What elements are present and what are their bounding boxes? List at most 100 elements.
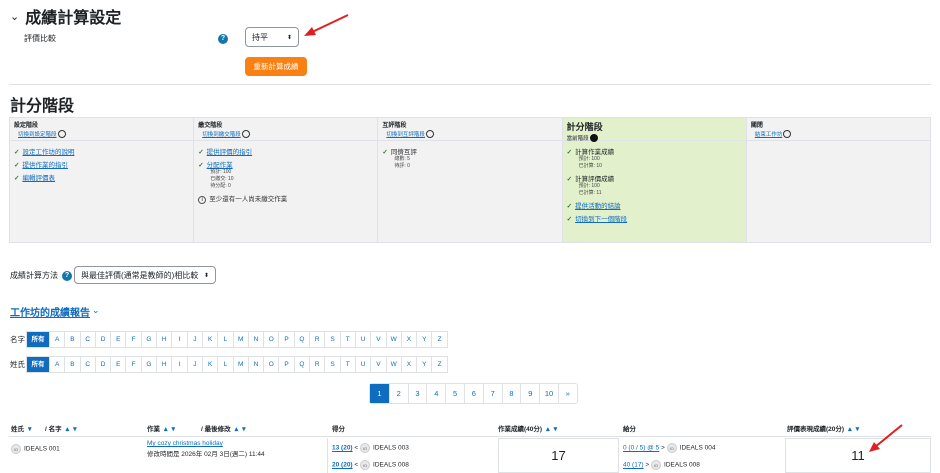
page-1[interactable]: 1 (370, 384, 389, 403)
page-8[interactable]: 8 (501, 384, 521, 403)
lastname-initial-p[interactable]: P (278, 357, 293, 372)
lastname-initial-o[interactable]: O (263, 357, 278, 372)
lastname-initial-b[interactable]: B (64, 357, 79, 372)
chevron-down-icon[interactable]: ⌄ (92, 305, 100, 316)
submission-link[interactable]: My cozy christmas holiday (147, 440, 223, 447)
page-4[interactable]: 4 (426, 384, 445, 403)
col-lastname[interactable]: 姓氏 (11, 426, 24, 433)
lastname-initial-f[interactable]: F (125, 357, 140, 372)
firstname-initial-b[interactable]: B (64, 332, 79, 347)
lastname-initial-h[interactable]: H (156, 357, 171, 372)
given-score[interactable]: 40 (17) (623, 462, 644, 469)
firstname-initial-h[interactable]: H (156, 332, 171, 347)
sort-asc-icon[interactable]: ▴ (848, 426, 852, 433)
lastname-initial-m[interactable]: M (232, 357, 248, 372)
page-9[interactable]: 9 (520, 384, 539, 403)
chevron-down-icon[interactable]: ⌄ (10, 10, 19, 23)
firstname-initial-i[interactable]: I (171, 332, 186, 347)
page-5[interactable]: 5 (445, 384, 464, 403)
lastname-initial-a[interactable]: A (49, 357, 64, 372)
lastname-initial-d[interactable]: D (94, 357, 110, 372)
recalculate-button[interactable]: 重新計算成績 (245, 57, 307, 76)
lastname-initial-k[interactable]: K (201, 357, 217, 372)
firstname-initial-u[interactable]: U (354, 332, 370, 347)
report-title[interactable]: 工作坊的成績報告 (10, 304, 90, 319)
page-next[interactable]: » (557, 384, 577, 403)
lastname-initial-e[interactable]: E (110, 357, 125, 372)
firstname-initial-x[interactable]: X (400, 332, 416, 347)
firstname-initial-j[interactable]: J (186, 332, 202, 347)
page-2[interactable]: 2 (388, 384, 408, 403)
phase-switch-icon[interactable] (241, 129, 250, 138)
lastname-initial-t[interactable]: T (339, 357, 355, 372)
firstname-initial-n[interactable]: N (247, 332, 263, 347)
col-grading-grade[interactable]: 評價表現成績(20分) (787, 426, 844, 433)
lastname-initial-l[interactable]: L (217, 357, 232, 372)
firstname-initial-l[interactable]: L (217, 332, 232, 347)
lastname-initial-c[interactable]: C (79, 357, 95, 372)
lastname-initial-g[interactable]: G (140, 357, 156, 372)
lastname-initial-r[interactable]: R (309, 357, 324, 372)
help-icon[interactable]: ? (62, 271, 72, 281)
lastname-initial-z[interactable]: Z (431, 357, 446, 372)
lastname-initial-u[interactable]: U (354, 357, 370, 372)
phase-switch-icon[interactable] (783, 129, 792, 138)
sort-asc-icon[interactable]: ▴ (546, 426, 550, 433)
firstname-initial-k[interactable]: K (201, 332, 217, 347)
switch-phase-link[interactable]: 切換到設定階段 (18, 132, 57, 138)
lastname-initial-i[interactable]: I (171, 357, 186, 372)
page-7[interactable]: 7 (482, 384, 502, 403)
firstname-initial-f[interactable]: F (125, 332, 140, 347)
sort-desc-icon[interactable]: ▾ (242, 426, 246, 433)
col-firstname[interactable]: / 名字 (45, 426, 62, 433)
comparison-select[interactable]: 持平 ⬍ (245, 27, 299, 47)
lastname-initial-n[interactable]: N (247, 357, 263, 372)
firstname-initial-t[interactable]: T (339, 332, 355, 347)
sort-desc-icon[interactable]: ▾ (73, 426, 77, 433)
sort-desc-icon[interactable]: ▾ (554, 426, 558, 433)
switch-phase-link[interactable]: 結束工作坊 (755, 132, 783, 138)
sort-asc-icon[interactable]: ▴ (235, 426, 239, 433)
firstname-initial-z[interactable]: Z (431, 332, 446, 347)
page-6[interactable]: 6 (463, 384, 483, 403)
sort-desc-icon[interactable]: ▾ (28, 426, 32, 433)
help-icon[interactable]: ? (218, 34, 228, 44)
switch-phase-link[interactable]: 切換到繳交階段 (202, 132, 241, 138)
grading-settings-header[interactable]: ⌄ 成績計算設定 (10, 4, 121, 28)
lastname-initial-v[interactable]: V (370, 357, 385, 372)
lastname-initial-s[interactable]: S (324, 357, 339, 372)
firstname-initial-c[interactable]: C (79, 332, 95, 347)
firstname-initial-q[interactable]: Q (293, 332, 309, 347)
switch-phase-link[interactable]: 切換到互評階段 (386, 132, 425, 138)
firstname-initial-s[interactable]: S (324, 332, 339, 347)
firstname-initial-w[interactable]: W (385, 332, 401, 347)
received-score[interactable]: 20 (20) (332, 462, 353, 469)
page-10[interactable]: 10 (539, 384, 558, 403)
firstname-initial-o[interactable]: O (263, 332, 278, 347)
firstname-initial-p[interactable]: P (278, 332, 293, 347)
phase-switch-icon[interactable] (425, 129, 434, 138)
phase-switch-icon[interactable] (57, 129, 66, 138)
col-submission[interactable]: 作業 (147, 426, 160, 433)
sort-asc-icon[interactable]: ▴ (164, 426, 168, 433)
col-submission-grade[interactable]: 作業成績(40分) (498, 426, 542, 433)
grading-method-select[interactable]: 與最佳評價(通常是教師的)相比較 ⬍ (74, 266, 216, 284)
lastname-initial-j[interactable]: J (186, 357, 202, 372)
given-score[interactable]: 0 (0 / 5) @ 5 (623, 445, 659, 452)
firstname-initial-all[interactable]: 所有 (27, 332, 49, 347)
sort-asc-icon[interactable]: ▴ (66, 426, 70, 433)
page-3[interactable]: 3 (407, 384, 427, 403)
firstname-initial-g[interactable]: G (140, 332, 156, 347)
lastname-initial-x[interactable]: X (400, 357, 416, 372)
firstname-initial-r[interactable]: R (309, 332, 324, 347)
sort-desc-icon[interactable]: ▾ (172, 426, 176, 433)
firstname-initial-m[interactable]: M (232, 332, 248, 347)
sort-desc-icon[interactable]: ▾ (856, 426, 860, 433)
received-score[interactable]: 13 (20) (332, 445, 353, 452)
firstname-initial-v[interactable]: V (370, 332, 385, 347)
lastname-initial-w[interactable]: W (385, 357, 401, 372)
firstname-initial-e[interactable]: E (110, 332, 125, 347)
firstname-initial-y[interactable]: Y (416, 332, 431, 347)
lastname-initial-all[interactable]: 所有 (27, 357, 49, 372)
col-lastmodified[interactable]: / 最後修改 (201, 426, 231, 433)
